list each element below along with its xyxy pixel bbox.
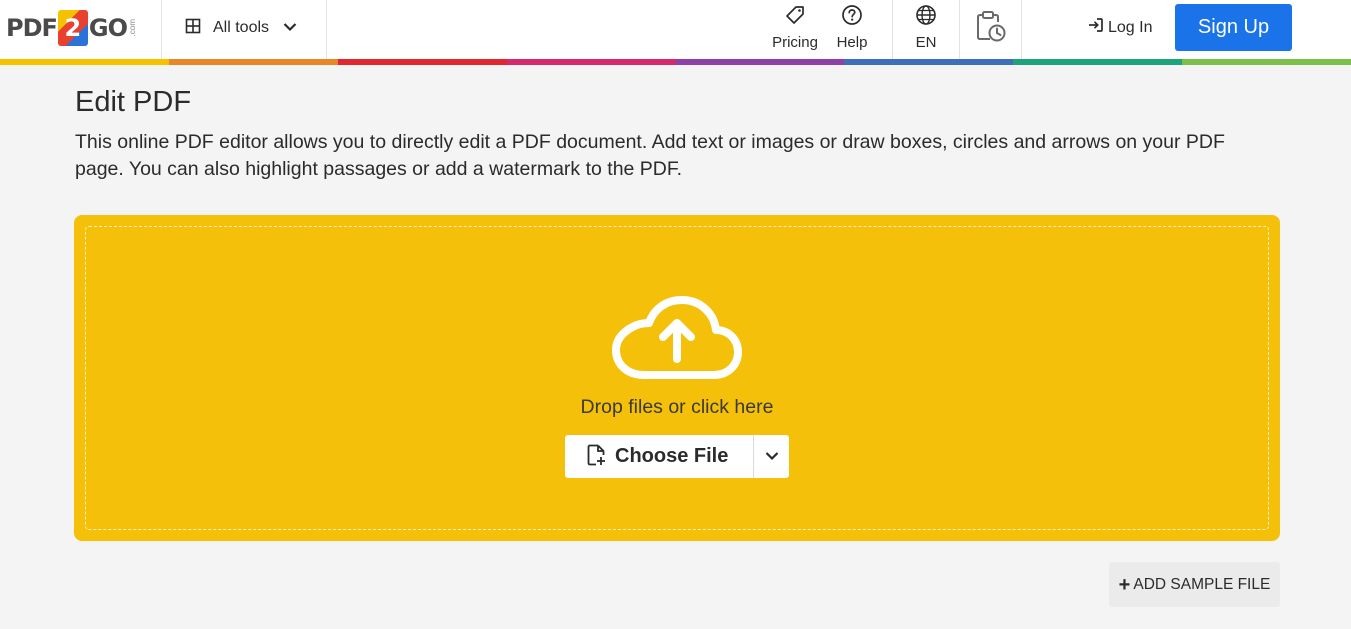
page-description: This online PDF editor allows you to dir… [75,131,1225,180]
header-divider [326,0,327,60]
header-divider [892,0,893,60]
chevron-down-icon [283,19,297,37]
file-dropzone[interactable]: Drop files or click here Choose File [74,215,1280,541]
logo-suffix: .com [128,19,138,37]
choose-file-dropdown[interactable] [754,435,789,478]
rainbow-segment [675,59,845,65]
nav-pricing[interactable]: Pricing [768,4,822,56]
choose-file-button[interactable]: Choose File [565,435,753,478]
logo-text-2: 2 [64,14,82,42]
logo-badge: 2 [57,10,88,46]
logo-text-pdf: PDF [6,14,58,42]
header: PDF 2 GO .com All tools Pricing Help EN … [0,0,1351,60]
rainbow-segment [506,59,676,65]
nav-help[interactable]: Help [832,4,872,56]
rainbow-segment [0,59,169,65]
globe-icon [915,4,937,31]
rainbow-segment [1013,59,1183,65]
login-label: Log In [1108,18,1153,36]
add-sample-file-button[interactable]: + ADD SAMPLE FILE [1109,562,1280,607]
help-icon [841,4,863,31]
header-divider [1021,0,1022,60]
plus-icon: + [1118,573,1131,596]
choose-file-group: Choose File [565,435,789,478]
pdf2go-logo[interactable]: PDF 2 GO .com [6,8,137,48]
login-link[interactable]: Log In [1087,17,1152,38]
all-tools-menu[interactable]: All tools [185,14,297,42]
logo-text-go: GO [88,14,128,42]
nav-pricing-label: Pricing [772,34,818,51]
all-tools-label: All tools [213,19,270,36]
language-label: EN [915,34,937,51]
nav-help-label: Help [836,34,868,51]
page-title: Edit PDF [75,86,192,118]
file-add-icon [587,444,605,469]
dropzone-text: Drop files or click here [580,396,774,418]
choose-file-label: Choose File [615,445,729,467]
clipboard-clock-icon [973,9,1007,48]
language-selector[interactable]: EN [910,4,942,56]
rainbow-segment [168,59,338,65]
rainbow-segment [844,59,1014,65]
header-divider [959,0,960,60]
rainbow-segment [1182,59,1351,65]
add-sample-file-label: ADD SAMPLE FILE [1133,575,1271,593]
login-icon [1087,17,1104,38]
price-tag-icon [784,4,806,31]
rainbow-bar [0,59,1351,65]
history-button[interactable] [973,9,1007,61]
cloud-upload-icon [610,291,744,383]
chevron-down-icon [765,448,779,466]
header-divider [161,0,162,60]
grid-icon [185,18,201,39]
rainbow-segment [337,59,507,65]
signup-button[interactable]: Sign Up [1175,4,1292,51]
